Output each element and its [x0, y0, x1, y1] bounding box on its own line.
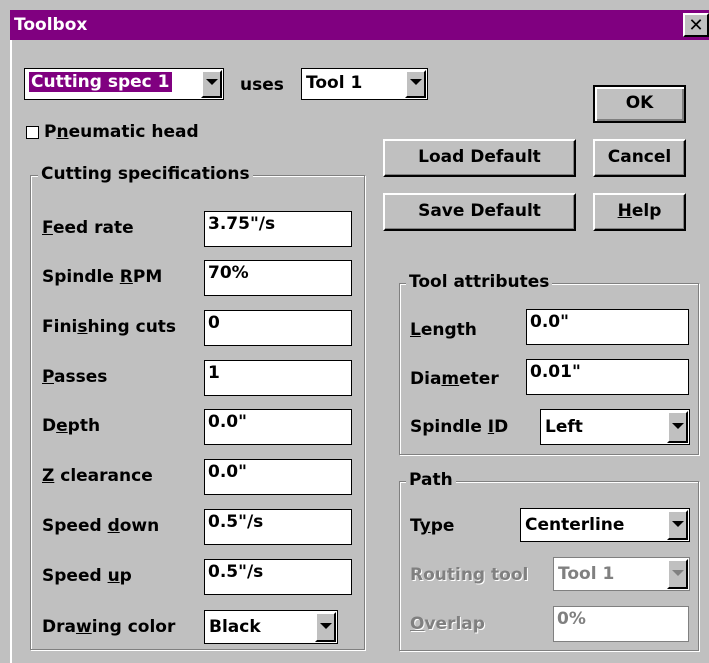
- chevron-down-icon: [672, 423, 684, 429]
- diameter-input[interactable]: 0.01": [526, 359, 689, 395]
- passes-input[interactable]: 1: [204, 360, 352, 396]
- dropdown-button[interactable]: [405, 70, 426, 98]
- spindle-id-value: Left: [545, 417, 583, 437]
- tool-attributes-title: Tool attributes: [406, 272, 553, 292]
- z-clearance-input[interactable]: 0.0": [204, 459, 352, 495]
- path-type-value: Centerline: [525, 515, 625, 535]
- routing-tool-value: Tool 1: [558, 564, 615, 584]
- uses-label: uses: [240, 75, 284, 95]
- diameter-label: Diameter: [410, 369, 499, 389]
- depth-label: Depth: [42, 416, 101, 436]
- feed-rate-label: Feed rate: [42, 218, 134, 238]
- save-default-button[interactable]: Save Default: [383, 193, 576, 231]
- chevron-down-icon: [320, 623, 332, 629]
- dropdown-button[interactable]: [315, 612, 336, 642]
- chevron-down-icon: [672, 570, 684, 576]
- length-input[interactable]: 0.0": [526, 309, 689, 345]
- routing-tool-label: Routing tool: [410, 565, 529, 585]
- tool-select[interactable]: Tool 1: [301, 68, 428, 100]
- chevron-down-icon: [206, 79, 218, 85]
- ok-button[interactable]: OK: [593, 85, 686, 123]
- tool-value: Tool 1: [306, 73, 363, 93]
- window-title: Toolbox: [14, 15, 88, 35]
- finishing-cuts-label: Finishing cuts: [42, 317, 177, 337]
- dropdown-button[interactable]: [667, 510, 688, 540]
- chevron-down-icon: [672, 521, 684, 527]
- type-label: Type: [410, 516, 455, 536]
- depth-input[interactable]: 0.0": [204, 409, 352, 445]
- overlap-input: 0%: [553, 606, 689, 642]
- length-label: Length: [410, 320, 477, 340]
- passes-label: Passes: [42, 367, 108, 387]
- path-type-select[interactable]: Centerline: [520, 508, 690, 542]
- close-icon: ✕: [688, 15, 704, 36]
- z-clearance-label: Z clearance: [42, 466, 153, 486]
- speed-up-input[interactable]: 0.5"/s: [204, 559, 352, 595]
- chevron-down-icon: [410, 79, 422, 85]
- drawing-color-label: Drawing color: [42, 617, 176, 637]
- overlap-label: Overlap: [410, 614, 485, 634]
- path-title: Path: [406, 470, 456, 490]
- cutting-spec-value: Cutting spec 1: [29, 72, 172, 92]
- load-default-button[interactable]: Load Default: [383, 139, 576, 177]
- close-button[interactable]: ✕: [683, 13, 709, 37]
- speed-down-label: Speed down: [42, 516, 160, 536]
- pneumatic-head-checkbox[interactable]: [26, 126, 39, 139]
- spindle-rpm-label: Spindle RPM: [42, 267, 163, 287]
- finishing-cuts-input[interactable]: 0: [204, 310, 352, 346]
- title-bar: Toolbox ✕: [10, 10, 709, 40]
- drawing-color-value: Black: [209, 617, 261, 637]
- speed-up-label: Speed up: [42, 566, 132, 586]
- speed-down-input[interactable]: 0.5"/s: [204, 509, 352, 545]
- cancel-button[interactable]: Cancel: [593, 139, 686, 177]
- dropdown-button[interactable]: [667, 411, 688, 443]
- dialog-border: [10, 40, 12, 663]
- cutting-specifications-title: Cutting specifications: [38, 164, 253, 184]
- spindle-id-select[interactable]: Left: [540, 409, 690, 445]
- spindle-id-label: Spindle ID: [410, 417, 509, 437]
- feed-rate-input[interactable]: 3.75"/s: [204, 211, 352, 247]
- dropdown-button[interactable]: [201, 70, 222, 98]
- cutting-spec-select[interactable]: Cutting spec 1: [24, 68, 224, 100]
- routing-tool-select: Tool 1: [553, 557, 690, 591]
- pneumatic-head-label[interactable]: Pneumatic head: [44, 122, 199, 142]
- drawing-color-select[interactable]: Black: [204, 610, 338, 644]
- spindle-rpm-input[interactable]: 70%: [204, 260, 352, 296]
- dropdown-button: [667, 559, 688, 589]
- help-button[interactable]: Help: [593, 193, 686, 231]
